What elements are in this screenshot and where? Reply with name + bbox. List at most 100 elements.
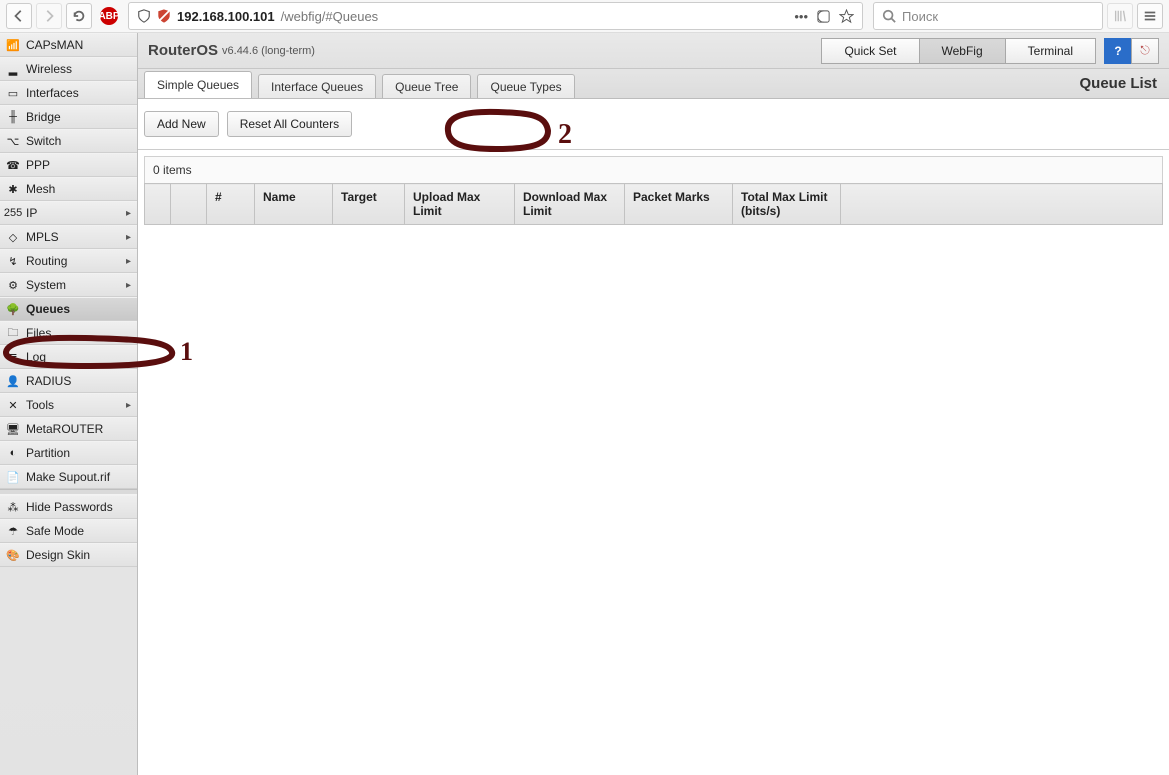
tabs-row: Simple QueuesInterface QueuesQueue TreeQ…: [138, 69, 1169, 99]
sidebar-item-design-skin[interactable]: 🎨Design Skin: [0, 543, 137, 567]
hamburger-icon: [1143, 9, 1157, 23]
sidebar-icon: ⚙: [6, 278, 20, 292]
column-header--[interactable]: #: [207, 184, 255, 225]
exit-icon: ⎋: [1140, 43, 1150, 58]
sidebar-item-wireless[interactable]: ▂Wireless: [0, 57, 137, 81]
tab-queue-tree[interactable]: Queue Tree: [382, 74, 471, 98]
sidebar-item-mesh[interactable]: ✱ Mesh: [0, 177, 137, 201]
sidebar-item-label: Queues: [26, 302, 70, 316]
table-header-row: #NameTargetUpload Max LimitDownload Max …: [145, 184, 1163, 225]
sidebar-item-system[interactable]: ⚙System▸: [0, 273, 137, 297]
search-bar[interactable]: Поиск: [873, 2, 1103, 30]
main-area: RouterOS v6.44.6 (long-term) Quick Set W…: [138, 33, 1169, 775]
sidebar-icon: ✕: [6, 398, 20, 412]
sidebar-item-hide-passwords[interactable]: ⁂Hide Passwords: [0, 495, 137, 519]
sidebar-icon: ☎: [6, 158, 20, 172]
sidebar-item-label: MPLS: [26, 230, 59, 244]
sidebar-icon: 🌳: [6, 302, 20, 316]
sidebar-item-label: MetaROUTER: [26, 422, 103, 436]
logout-button[interactable]: ⎋: [1131, 38, 1159, 64]
sidebar-icon: ✱: [6, 182, 20, 196]
column-header-download-max-limit[interactable]: Download Max Limit: [515, 184, 625, 225]
sidebar-icon: 🖥: [6, 422, 20, 436]
sidebar-item-label: System: [26, 278, 66, 292]
url-bar[interactable]: 192.168.100.101/webfig/#Queues •••: [128, 2, 863, 30]
search-icon: [882, 9, 896, 23]
brand-name: RouterOS: [148, 42, 218, 59]
header-buttons: Quick Set WebFig Terminal ? ⎋: [821, 38, 1159, 64]
reload-button[interactable]: [66, 3, 92, 29]
column-header-blank0[interactable]: [145, 184, 171, 225]
arrow-left-icon: [12, 9, 26, 23]
reader-view-icon[interactable]: [816, 9, 831, 24]
sidebar-icon: 🎨: [6, 548, 20, 562]
column-header-total-max-limit-bits-s-[interactable]: Total Max Limit (bits/s): [733, 184, 841, 225]
sidebar-item-label: RADIUS: [26, 374, 71, 388]
reset-counters-button[interactable]: Reset All Counters: [227, 111, 352, 137]
sidebar-item-safe-mode[interactable]: ☂Safe Mode: [0, 519, 137, 543]
sidebar-item-label: CAPsMAN: [26, 38, 83, 52]
sidebar-icon: ≣: [6, 350, 20, 364]
column-header-packet-marks[interactable]: Packet Marks: [625, 184, 733, 225]
sidebar-item-make-supout-rif[interactable]: 📄Make Supout.rif: [0, 465, 137, 489]
app-header: RouterOS v6.44.6 (long-term) Quick Set W…: [138, 33, 1169, 69]
sidebar-item-files[interactable]: 🗀Files: [0, 321, 137, 345]
sidebar-item-queues[interactable]: 🌳 Queues: [0, 297, 137, 321]
library-button[interactable]: [1107, 3, 1133, 29]
back-button[interactable]: [6, 3, 32, 29]
sidebar-item-label: Mesh: [26, 182, 55, 196]
arrow-right-icon: [42, 9, 56, 23]
column-header-blank9[interactable]: [841, 184, 1163, 225]
chevron-right-icon: ▸: [126, 400, 131, 411]
sidebar-icon: ▭: [6, 86, 20, 100]
star-icon[interactable]: [839, 9, 854, 24]
sidebar-item-routing[interactable]: ↯Routing▸: [0, 249, 137, 273]
column-header-name[interactable]: Name: [255, 184, 333, 225]
quickset-button[interactable]: Quick Set: [821, 38, 919, 64]
shield-icon: [137, 9, 151, 23]
column-header-blank1[interactable]: [171, 184, 207, 225]
hamburger-menu-button[interactable]: [1137, 3, 1163, 29]
tab-simple-queues[interactable]: Simple Queues: [144, 71, 252, 98]
sidebar-item-log[interactable]: ≣ Log: [0, 345, 137, 369]
column-header-target[interactable]: Target: [333, 184, 405, 225]
chevron-right-icon: ▸: [126, 256, 131, 267]
webfig-button[interactable]: WebFig: [919, 38, 1006, 64]
sidebar-item-label: IP: [26, 206, 37, 220]
sidebar-item-switch[interactable]: ⌥Switch: [0, 129, 137, 153]
sidebar-item-label: Bridge: [26, 110, 61, 124]
forward-button[interactable]: [36, 3, 62, 29]
sidebar-icon: ⁂: [6, 500, 20, 514]
sidebar-item-metarouter[interactable]: 🖥 MetaROUTER: [0, 417, 137, 441]
url-host: 192.168.100.101: [177, 9, 275, 24]
sidebar-icon: ☂: [6, 524, 20, 538]
sidebar-item-label: Wireless: [26, 62, 72, 76]
sidebar-item-bridge[interactable]: ╫Bridge: [0, 105, 137, 129]
chevron-right-icon: ▸: [126, 232, 131, 243]
sidebar-item-label: Tools: [26, 398, 54, 412]
chevron-right-icon: ▸: [126, 208, 131, 219]
sidebar-item-capsman[interactable]: 📶CAPsMAN: [0, 33, 137, 57]
sidebar-item-label: Files: [26, 326, 51, 340]
sidebar-item-label: Log: [26, 350, 46, 364]
sidebar-item-partition[interactable]: ◐Partition: [0, 441, 137, 465]
help-button[interactable]: ?: [1104, 38, 1132, 64]
sidebar-item-ppp[interactable]: ☎PPP: [0, 153, 137, 177]
page-title: Queue List: [1079, 75, 1163, 92]
column-header-upload-max-limit[interactable]: Upload Max Limit: [405, 184, 515, 225]
sidebar-item-radius[interactable]: 👤RADIUS: [0, 369, 137, 393]
tab-queue-types[interactable]: Queue Types: [477, 74, 574, 98]
adblock-badge-icon[interactable]: ABP: [100, 7, 118, 25]
sidebar-icon: ↯: [6, 254, 20, 268]
sidebar-icon: ◇: [6, 230, 20, 244]
sidebar-item-ip[interactable]: 255IP▸: [0, 201, 137, 225]
sidebar-item-interfaces[interactable]: ▭Interfaces: [0, 81, 137, 105]
terminal-button[interactable]: Terminal: [1005, 38, 1096, 64]
app-container: 📶CAPsMAN▂Wireless▭Interfaces╫Bridge⌥Swit…: [0, 33, 1169, 775]
help-icon: ?: [1114, 44, 1121, 58]
tab-interface-queues[interactable]: Interface Queues: [258, 74, 376, 98]
sidebar-item-tools[interactable]: ✕ Tools ▸: [0, 393, 137, 417]
sidebar-item-mpls[interactable]: ◇ MPLS ▸: [0, 225, 137, 249]
add-new-button[interactable]: Add New: [144, 111, 219, 137]
meatball-menu-icon[interactable]: •••: [794, 9, 808, 24]
